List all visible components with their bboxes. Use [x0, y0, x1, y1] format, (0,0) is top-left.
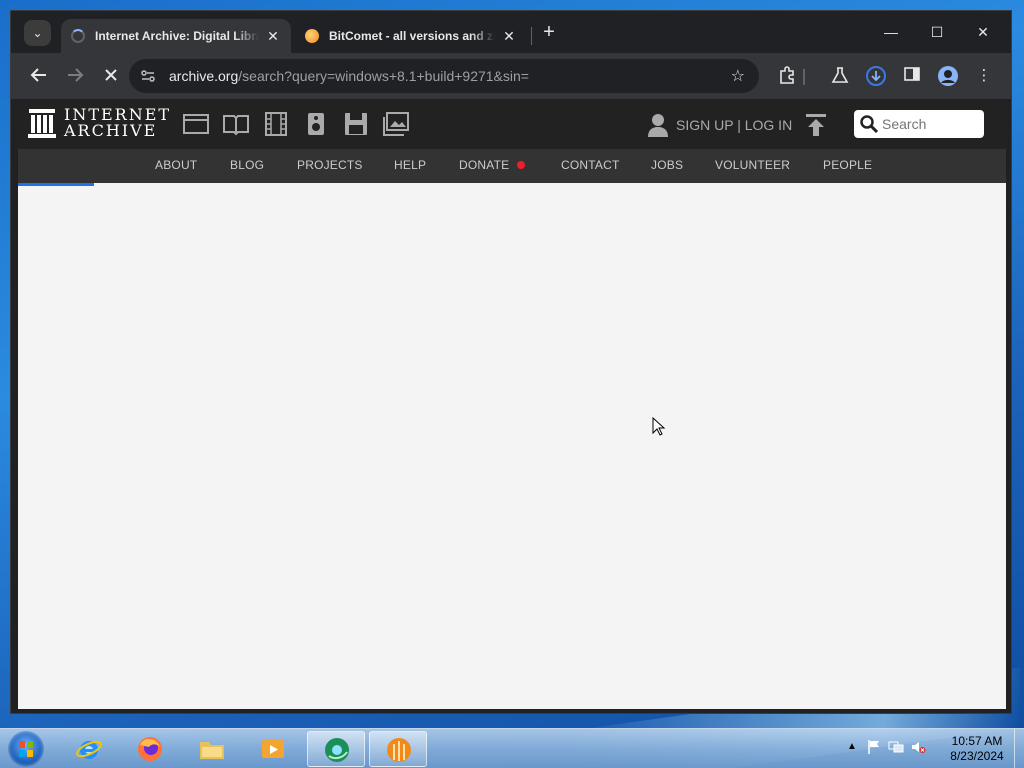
maximize-button[interactable]: ☐ — [914, 19, 960, 45]
file-explorer-icon — [200, 742, 224, 759]
ia-search-box — [854, 110, 984, 138]
upload-icon[interactable] — [805, 113, 827, 137]
profile-avatar-icon[interactable] — [937, 65, 959, 87]
tab-strip: ⌄ Internet Archive: Digital Library ✕ Bi… — [11, 11, 1011, 53]
page-loading-bar — [18, 183, 94, 186]
video-icon[interactable] — [263, 112, 289, 136]
show-hidden-icons-icon[interactable]: ▲ — [844, 739, 860, 755]
kebab-menu-icon[interactable]: ⋮ — [973, 65, 995, 87]
nav-blog[interactable]: BLOG — [230, 158, 264, 172]
system-tray: ▲ — [844, 739, 926, 755]
download-progress-icon[interactable] — [865, 65, 887, 87]
nav-contact[interactable]: CONTACT — [561, 158, 620, 172]
close-tab-icon[interactable]: ✕ — [265, 28, 281, 45]
nav-projects[interactable]: PROJECTS — [297, 158, 363, 172]
loading-spinner-icon — [71, 29, 85, 43]
chevron-down-icon: ⌄ — [32, 26, 43, 40]
start-button[interactable] — [8, 731, 44, 767]
search-input[interactable] — [882, 114, 978, 134]
nav-people[interactable]: PEOPLE — [823, 158, 872, 172]
images-icon[interactable] — [383, 112, 409, 136]
forward-button[interactable] — [63, 63, 87, 87]
show-desktop-button[interactable] — [1014, 729, 1024, 768]
taskbar-chrome[interactable] — [307, 731, 365, 767]
volume-muted-icon[interactable] — [910, 739, 926, 755]
tab-separator — [531, 27, 532, 45]
sign-up-label: SIGN UP | LOG IN — [676, 117, 793, 133]
bitcomet-favicon-icon — [305, 29, 319, 43]
nav-about[interactable]: ABOUT — [155, 158, 197, 172]
url-host: archive.org — [169, 68, 239, 84]
software-icon[interactable] — [343, 112, 369, 136]
bookmark-star-icon[interactable]: ☆ — [731, 66, 745, 86]
nav-help[interactable]: HELP — [394, 158, 426, 172]
close-tab-icon[interactable]: ✕ — [501, 28, 517, 45]
nav-donate-label: DONATE — [459, 158, 510, 172]
taskbar-media-player[interactable] — [244, 731, 302, 767]
archive-temple-icon — [28, 109, 56, 138]
taskbar: ▲ 10:57 AM 8/23/2024 — [0, 728, 1024, 768]
chrome-icon — [325, 738, 349, 762]
back-button[interactable] — [27, 63, 51, 87]
arrow-right-icon — [68, 68, 84, 82]
minimize-button[interactable]: — — [868, 19, 914, 45]
url-path: /search?query=windows+8.1+build+9271&sin… — [238, 68, 529, 84]
donate-heart-icon — [517, 161, 526, 169]
action-center-flag-icon[interactable] — [866, 739, 882, 755]
extensions-icon[interactable] — [776, 65, 798, 87]
windows-logo-icon — [19, 741, 33, 757]
firefox-icon — [138, 737, 162, 761]
web-icon[interactable] — [183, 112, 209, 136]
internet-explorer-icon — [76, 740, 102, 759]
nav-donate[interactable]: DONATE — [459, 158, 526, 172]
tab-bitcomet[interactable]: BitComet - all versions and zip files ✕ — [295, 19, 527, 53]
stop-loading-button[interactable] — [99, 63, 123, 87]
network-icon[interactable] — [888, 739, 904, 755]
browser-toolbar: archive.org/search?query=windows+8.1+bui… — [11, 53, 1011, 99]
nav-volunteer[interactable]: VOLUNTEER — [715, 158, 790, 172]
bitcomet-icon — [387, 738, 411, 762]
ia-logo[interactable]: INTERNET ARCHIVE — [28, 107, 171, 139]
audio-icon[interactable] — [303, 112, 329, 136]
sign-up-log-in-link[interactable]: SIGN UP | LOG IN — [648, 113, 792, 137]
clock-date: 8/23/2024 — [950, 749, 1004, 763]
taskbar-internet-explorer[interactable] — [60, 731, 118, 767]
web-page: INTERNET ARCHIVE SIGN UP | LOG IN Search… — [18, 99, 1006, 709]
clock-time: 10:57 AM — [951, 734, 1003, 748]
search-icon — [860, 115, 878, 133]
user-icon — [648, 114, 668, 137]
tab-search-button[interactable]: ⌄ — [24, 20, 51, 46]
toolbar-separator — [803, 69, 805, 85]
labs-flask-icon[interactable] — [829, 65, 851, 87]
stop-x-icon — [105, 69, 117, 81]
tab-title: BitComet - all versions and zip files — [329, 29, 495, 43]
url-text: archive.org/search?query=windows+8.1+bui… — [169, 68, 529, 84]
taskbar-firefox[interactable] — [121, 731, 179, 767]
logo-line2: ARCHIVE — [64, 121, 158, 140]
texts-icon[interactable] — [223, 112, 249, 136]
tab-title: Internet Archive: Digital Library — [95, 29, 259, 43]
side-panel-icon[interactable] — [901, 65, 923, 87]
mouse-cursor-icon — [652, 417, 666, 436]
tab-internet-archive[interactable]: Internet Archive: Digital Library ✕ — [61, 19, 291, 53]
address-bar[interactable]: archive.org/search?query=windows+8.1+bui… — [129, 59, 759, 93]
logo-wordmark: INTERNET ARCHIVE — [64, 107, 171, 139]
site-info-icon[interactable] — [139, 67, 157, 85]
taskbar-bitcomet[interactable] — [369, 731, 427, 767]
nav-jobs[interactable]: JOBS — [651, 158, 683, 172]
close-window-button[interactable]: ✕ — [960, 19, 1006, 45]
taskbar-file-explorer[interactable] — [183, 731, 241, 767]
ia-top-bar: INTERNET ARCHIVE SIGN UP | LOG IN Search — [18, 99, 1006, 149]
browser-window: ⌄ Internet Archive: Digital Library ✕ Bi… — [10, 10, 1012, 714]
ia-secondary-nav: ABOUT BLOG PROJECTS HELP DONATE CONTACT … — [18, 149, 1006, 183]
taskbar-clock[interactable]: 10:57 AM 8/23/2024 — [944, 734, 1010, 764]
new-tab-button[interactable]: + — [539, 21, 559, 43]
media-player-icon — [262, 740, 284, 758]
arrow-left-icon — [30, 68, 46, 82]
